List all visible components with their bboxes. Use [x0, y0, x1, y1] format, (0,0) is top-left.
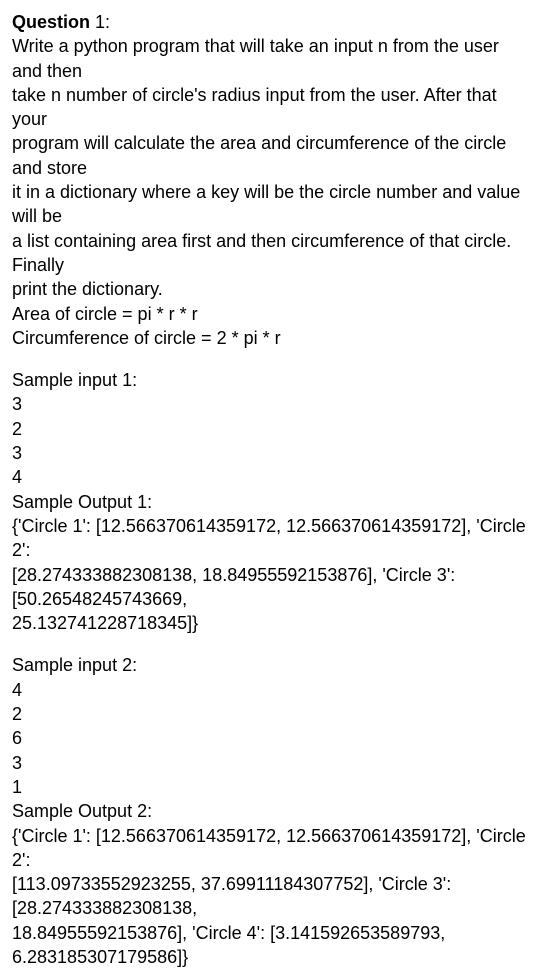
question-label: Question 1: — [12, 12, 110, 32]
sample-input-2-line: 2 — [12, 702, 528, 726]
sample-input-1-label: Sample input 1: — [12, 368, 528, 392]
sample-output-2-line: [113.09733552923255, 37.69911184307752],… — [12, 872, 528, 921]
question-label-number: 1: — [90, 12, 110, 32]
question-line: Area of circle = pi * r * r — [12, 302, 528, 326]
sample-input-2-line: 4 — [12, 678, 528, 702]
sample-input-1-line: 4 — [12, 465, 528, 489]
question-body: Write a python program that will take an… — [12, 34, 528, 350]
question-line: a list containing area first and then ci… — [12, 229, 528, 278]
sample-output-1-label: Sample Output 1: — [12, 490, 528, 514]
sample-input-1-line: 3 — [12, 392, 528, 416]
question-label-bold: Question — [12, 12, 90, 32]
question-line: it in a dictionary where a key will be t… — [12, 180, 528, 229]
question-line: program will calculate the area and circ… — [12, 131, 528, 180]
question-line: Write a python program that will take an… — [12, 34, 528, 83]
sample-input-2-label: Sample input 2: — [12, 653, 528, 677]
sample-input-1-line: 3 — [12, 441, 528, 465]
question-block: Question 1: Write a python program that … — [12, 10, 528, 350]
sample-input-1-block: Sample input 1: 3 2 3 4 Sample Output 1:… — [12, 368, 528, 635]
sample-output-2-line: 18.84955592153876], 'Circle 4': [3.14159… — [12, 921, 528, 970]
sample-output-2-line: {'Circle 1': [12.566370614359172, 12.566… — [12, 824, 528, 873]
sample-input-2-line: 3 — [12, 751, 528, 775]
sample-input-2-line: 6 — [12, 726, 528, 750]
sample-output-1-line: [28.274333882308138, 18.84955592153876],… — [12, 563, 528, 612]
sample-output-1-line: 25.132741228718345]} — [12, 611, 528, 635]
sample-input-1-line: 2 — [12, 417, 528, 441]
question-line: print the dictionary. — [12, 277, 528, 301]
question-line: Circumference of circle = 2 * pi * r — [12, 326, 528, 350]
sample-output-2-label: Sample Output 2: — [12, 799, 528, 823]
sample-input-2-block: Sample input 2: 4 2 6 3 1 Sample Output … — [12, 653, 528, 969]
question-line: take n number of circle's radius input f… — [12, 83, 528, 132]
sample-output-1-line: {'Circle 1': [12.566370614359172, 12.566… — [12, 514, 528, 563]
sample-input-2-line: 1 — [12, 775, 528, 799]
